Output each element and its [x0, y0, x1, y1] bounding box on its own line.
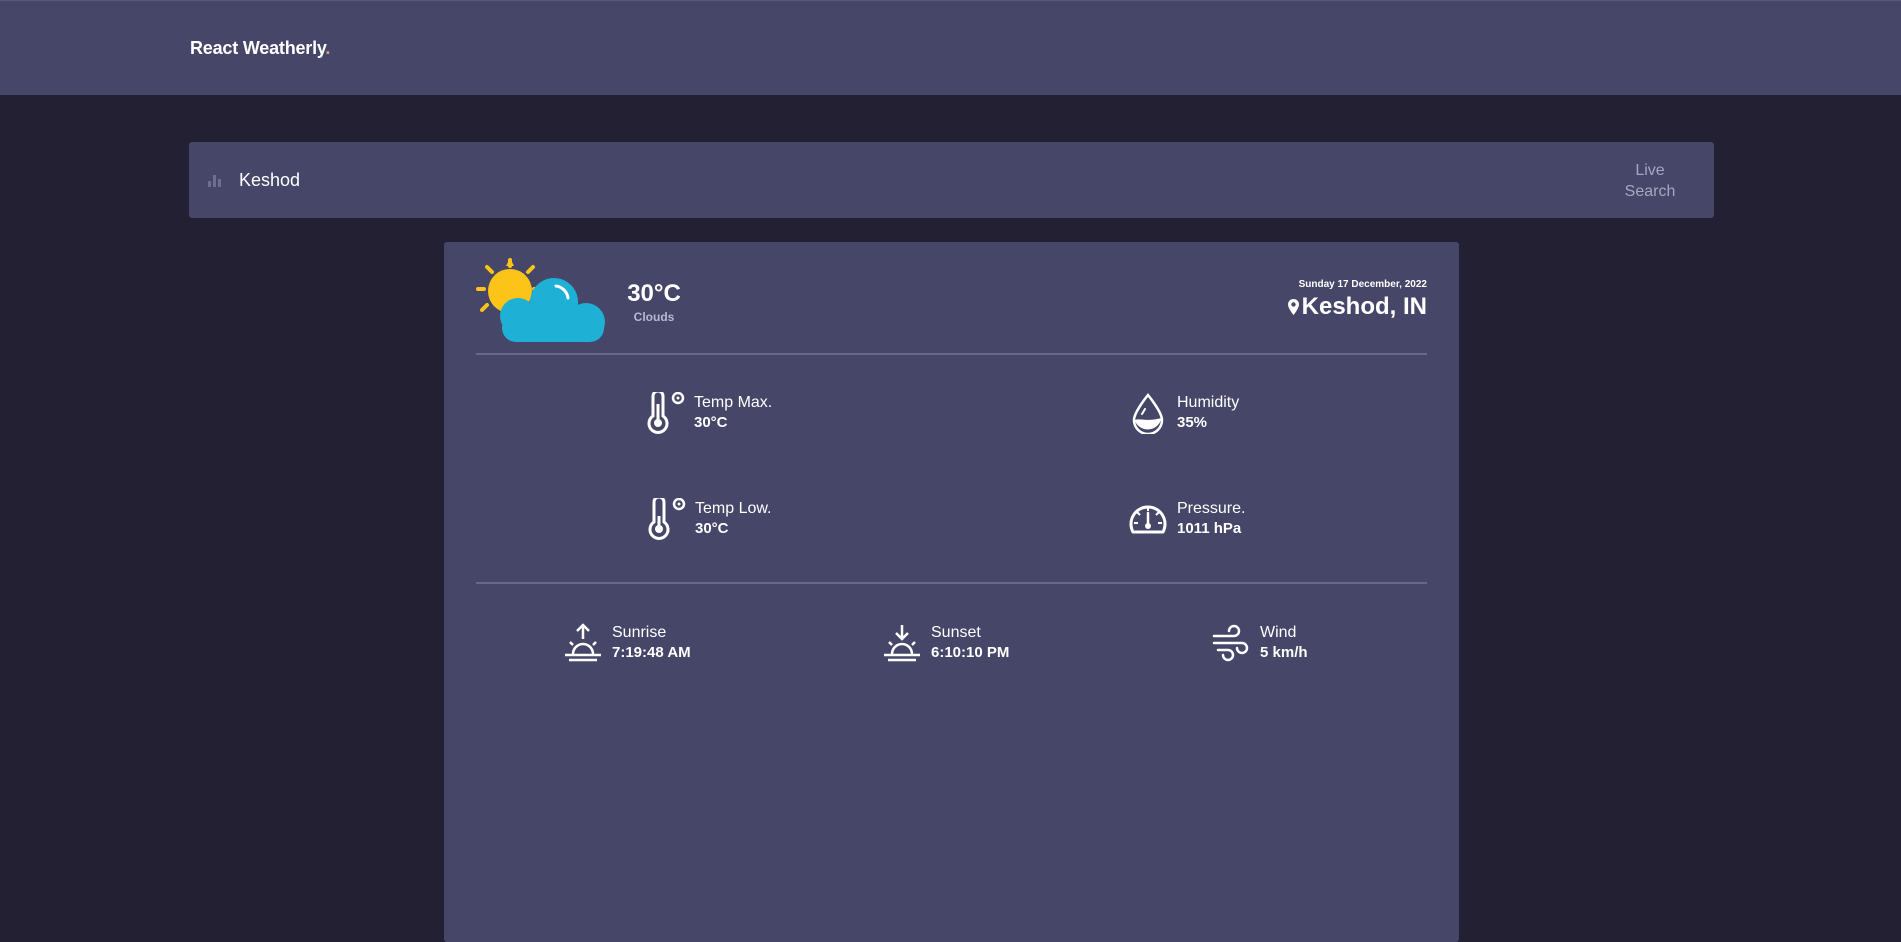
- gauge-icon: [1127, 498, 1169, 540]
- temp-max-value: 30°C: [694, 414, 728, 431]
- sunrise-stat: Sunrise 7:19:48 AM: [562, 622, 691, 664]
- thermometer-icon: [644, 392, 686, 434]
- sunrise-value: 7:19:48 AM: [612, 644, 691, 661]
- current-date: Sunday 17 December, 2022: [1298, 279, 1427, 290]
- bar-chart-icon: [208, 175, 221, 187]
- sunset-icon: [881, 622, 923, 664]
- brand-logo[interactable]: React Weatherly.: [190, 38, 330, 59]
- location-pin-icon: [1287, 299, 1299, 315]
- thermometer-icon: [645, 498, 687, 540]
- current-temperature-block: 30°C Clouds: [624, 280, 684, 324]
- location-name: Keshod, IN: [1301, 293, 1427, 320]
- city-search-input[interactable]: [239, 162, 1539, 198]
- weather-card: 30°C Clouds Sunday 17 December, 2022 Kes…: [444, 242, 1459, 942]
- humidity-label: Humidity: [1177, 394, 1240, 411]
- location-title: Keshod, IN: [1287, 293, 1427, 321]
- pressure-stat: Pressure. 1011 hPa: [1127, 498, 1245, 540]
- pressure-label: Pressure.: [1177, 500, 1246, 517]
- sun-behind-cloud-icon: [476, 258, 605, 342]
- weather-description: Clouds: [633, 310, 675, 324]
- divider-top: [476, 353, 1427, 355]
- current-temperature: 30°C: [627, 280, 681, 307]
- sunset-value: 6:10:10 PM: [931, 644, 1010, 661]
- brand-dot: .: [325, 38, 331, 58]
- temp-low-value: 30°C: [695, 520, 729, 537]
- temp-low-label: Temp Low.: [695, 500, 772, 517]
- sunrise-icon: [562, 622, 604, 664]
- wind-stat: Wind 5 km/h: [1210, 622, 1308, 664]
- search-bar: Live Search: [189, 142, 1714, 218]
- wind-label: Wind: [1260, 624, 1297, 641]
- wind-icon: [1210, 622, 1252, 664]
- sunset-label: Sunset: [931, 624, 981, 641]
- sunrise-label: Sunrise: [612, 624, 667, 641]
- temp-max-label: Temp Max.: [694, 394, 773, 411]
- divider-bottom: [476, 582, 1427, 584]
- temp-low-stat: Temp Low. 30°C: [645, 498, 771, 540]
- sunset-stat: Sunset 6:10:10 PM: [881, 622, 1009, 664]
- brand-name: React Weatherly: [190, 38, 326, 58]
- pressure-value: 1011 hPa: [1177, 520, 1242, 537]
- live-search-label: Live Search: [1624, 162, 1676, 200]
- humidity-value: 35%: [1177, 414, 1208, 431]
- top-navbar: React Weatherly.: [0, 0, 1901, 95]
- humidity-stat: Humidity 35%: [1127, 392, 1239, 434]
- wind-value: 5 km/h: [1260, 644, 1308, 661]
- temp-max-stat: Temp Max. 30°C: [644, 392, 772, 434]
- water-drop-icon: [1127, 392, 1169, 434]
